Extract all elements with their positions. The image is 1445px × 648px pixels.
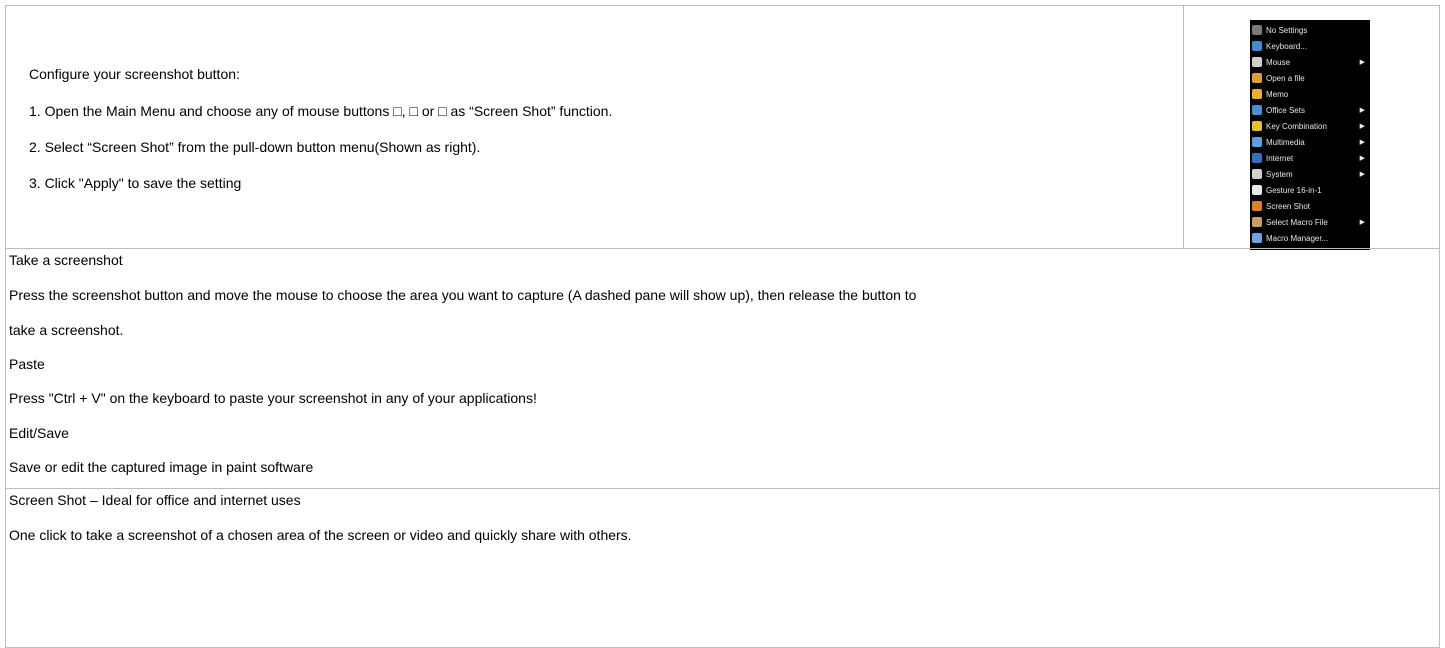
menu-item: System ▶: [1250, 168, 1370, 181]
edit-body: Save or edit the captured image in paint…: [9, 459, 314, 475]
menu-item-label: Office Sets: [1266, 106, 1305, 115]
multimedia-icon: [1252, 137, 1262, 147]
submenu-arrow-icon: ▶: [1359, 107, 1365, 114]
configure-step-1: 1. Open the Main Menu and choose any of …: [29, 103, 613, 119]
menu-item: No Settings: [1250, 24, 1370, 37]
menu-item: Key Combination ▶: [1250, 120, 1370, 133]
feature-cell: Screen Shot – Ideal for office and inter…: [5, 488, 1440, 648]
menu-item-label: Key Combination: [1266, 122, 1327, 131]
menu-item-label: Keyboard...: [1266, 42, 1307, 51]
macro-file-icon: [1252, 217, 1262, 227]
submenu-arrow-icon: ▶: [1359, 139, 1365, 146]
menu-item-label: Gesture 16-in-1: [1266, 186, 1322, 195]
menu-item-label: Mouse: [1266, 58, 1291, 67]
menu-item: Keyboard...: [1250, 40, 1370, 53]
macro-manager-icon: [1252, 233, 1262, 243]
submenu-arrow-icon: ▶: [1359, 171, 1365, 178]
menu-item-label: Internet: [1266, 154, 1294, 163]
submenu-arrow-icon: ▶: [1359, 219, 1365, 226]
menu-item-label: Select Macro File: [1266, 218, 1328, 227]
menu-item: Select Macro File ▶: [1250, 216, 1370, 229]
office-icon: [1252, 105, 1262, 115]
configure-step-2: 2. Select “Screen Shot” from the pull-do…: [29, 139, 481, 155]
submenu-arrow-icon: ▶: [1359, 155, 1365, 162]
paste-body: Press "Ctrl + V" on the keyboard to past…: [9, 390, 537, 406]
no-settings-icon: [1252, 25, 1262, 35]
feature-body: One click to take a screenshot of a chos…: [9, 527, 632, 543]
memo-icon: [1252, 89, 1262, 99]
menu-item: Open a file: [1250, 72, 1370, 85]
configure-step-3: 3. Click "Apply" to save the setting: [29, 175, 242, 191]
menu-item-label: No Settings: [1266, 26, 1308, 35]
menu-item: Gesture 16-in-1: [1250, 184, 1370, 197]
take-body-line-1: Press the screenshot button and move the…: [9, 287, 917, 303]
mouse-icon: [1252, 57, 1262, 67]
menu-item-label: Macro Manager...: [1266, 234, 1329, 243]
folder-icon: [1252, 73, 1262, 83]
take-body-line-2: take a screenshot.: [9, 322, 124, 338]
menu-item-label: System: [1266, 170, 1293, 179]
menu-item: Screen Shot: [1250, 200, 1370, 213]
menu-item: Mouse ▶: [1250, 56, 1370, 69]
system-icon: [1252, 169, 1262, 179]
pull-down-button-menu: No Settings Keyboard... Mouse ▶ Open a file M…: [1250, 20, 1370, 250]
menu-item: Internet ▶: [1250, 152, 1370, 165]
keyboard-icon: [1252, 41, 1262, 51]
menu-item-label: Memo: [1266, 90, 1289, 99]
feature-title: Screen Shot – Ideal for office and inter…: [9, 492, 301, 508]
submenu-arrow-icon: ▶: [1359, 123, 1365, 130]
edit-heading: Edit/Save: [9, 425, 69, 441]
menu-item: Office Sets ▶: [1250, 104, 1370, 117]
paste-heading: Paste: [9, 356, 45, 372]
menu-item-label: Screen Shot: [1266, 202, 1311, 211]
menu-item-label: Multimedia: [1266, 138, 1305, 147]
take-heading: Take a screenshot: [9, 252, 123, 268]
internet-icon: [1252, 153, 1262, 163]
gesture-icon: [1252, 185, 1262, 195]
menu-image-cell: No Settings Keyboard... Mouse ▶ Open a file M…: [1183, 5, 1440, 250]
instructions-cell: Take a screenshot Press the screenshot b…: [5, 248, 1440, 489]
configure-cell: Configure your screenshot button: 1. Ope…: [5, 5, 1184, 249]
key-combination-icon: [1252, 121, 1262, 131]
menu-item: Multimedia ▶: [1250, 136, 1370, 149]
submenu-arrow-icon: ▶: [1359, 59, 1365, 66]
menu-item: Memo: [1250, 88, 1370, 101]
screen-shot-icon: [1252, 201, 1262, 211]
menu-item: Macro Manager...: [1250, 232, 1370, 245]
configure-heading: Configure your screenshot button:: [29, 66, 240, 82]
menu-item-label: Open a file: [1266, 74, 1305, 83]
